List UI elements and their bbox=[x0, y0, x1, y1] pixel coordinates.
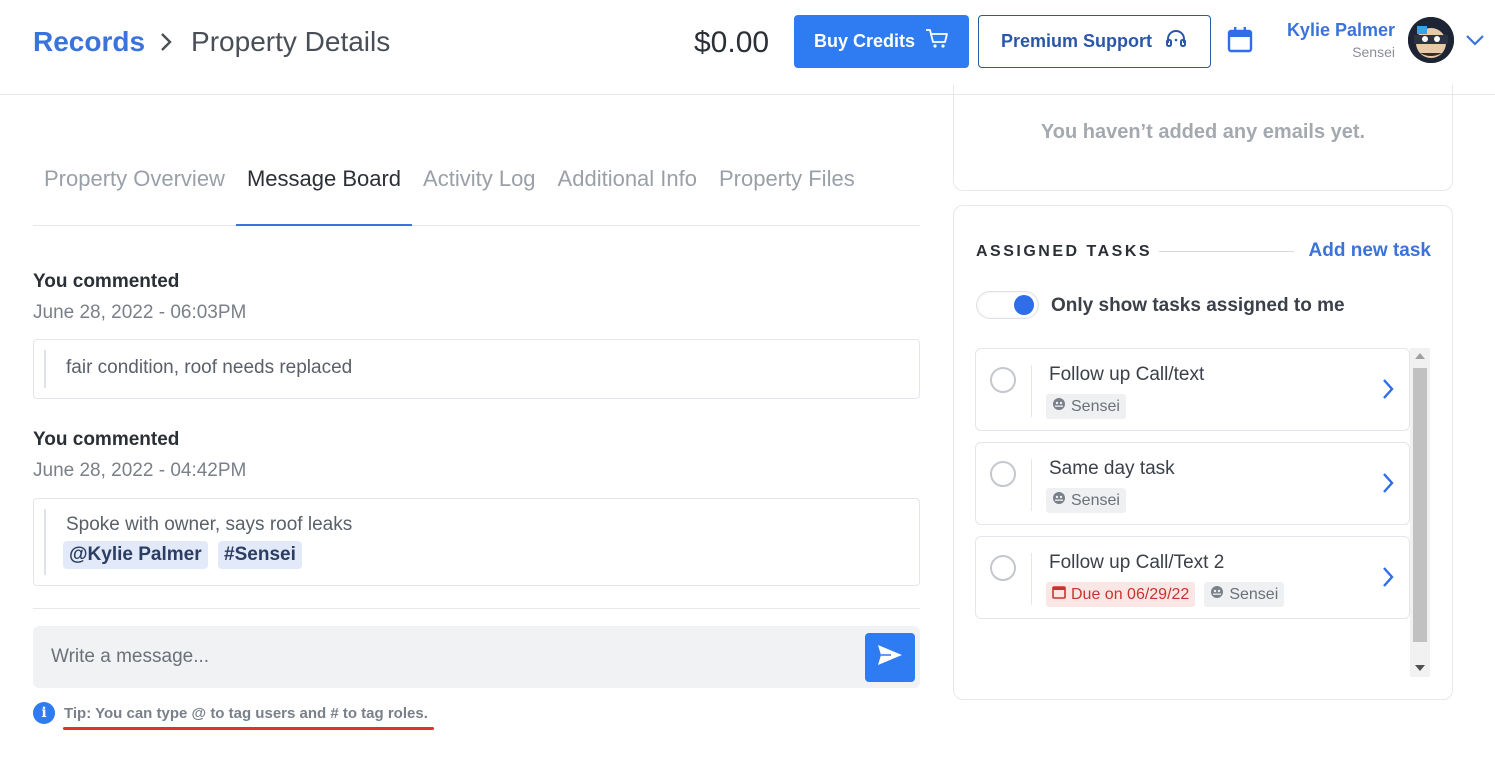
tab-property-overview[interactable]: Property Overview bbox=[33, 150, 236, 226]
emails-empty-text: You haven’t added any emails yet. bbox=[1040, 121, 1366, 143]
tab-property-files[interactable]: Property Files bbox=[708, 150, 866, 226]
task-list-scrollbar[interactable] bbox=[1410, 348, 1430, 677]
tab-additional-info[interactable]: Additional Info bbox=[547, 150, 708, 226]
role-icon bbox=[1210, 585, 1224, 604]
breadcrumb-records-link[interactable]: Records bbox=[33, 26, 145, 58]
headset-icon bbox=[1164, 27, 1188, 56]
tasks-title-line bbox=[1159, 251, 1294, 252]
add-new-task-link[interactable]: Add new task bbox=[1309, 240, 1431, 262]
task-meta: Sensei bbox=[1046, 488, 1126, 513]
task-separator bbox=[1031, 459, 1032, 511]
tip-row: i Tip: You can type @ to tag users and #… bbox=[33, 702, 428, 724]
tab-activity-log[interactable]: Activity Log bbox=[412, 150, 547, 226]
toggle-knob bbox=[1014, 295, 1034, 315]
credit-balance: $0.00 bbox=[694, 26, 770, 59]
due-date-label: Due on 06/29/22 bbox=[1071, 585, 1190, 603]
chevron-down-icon[interactable] bbox=[1465, 32, 1485, 48]
tasks-title: ASSIGNED TASKS bbox=[976, 243, 1153, 260]
role-chip: Sensei bbox=[1046, 394, 1126, 419]
tip-underline bbox=[63, 727, 434, 730]
comment-text: Spoke with owner, says roof leaks bbox=[66, 514, 353, 535]
role-icon bbox=[1052, 397, 1066, 416]
emails-card: You haven’t added any emails yet. bbox=[953, 85, 1453, 191]
comment-author: You commented bbox=[33, 271, 180, 292]
premium-support-label: Premium Support bbox=[1000, 31, 1152, 51]
scroll-up-arrow-icon[interactable] bbox=[1415, 353, 1425, 359]
task-checkbox[interactable] bbox=[990, 367, 1016, 393]
comment-date: June 28, 2022 - 04:42PM bbox=[33, 460, 247, 481]
buy-credits-button[interactable]: Buy Credits bbox=[794, 15, 969, 68]
calendar-icon bbox=[1052, 585, 1066, 604]
avatar[interactable] bbox=[1408, 17, 1454, 63]
task-title: Follow up Call/Text 2 bbox=[1049, 552, 1225, 573]
task-checkbox[interactable] bbox=[990, 461, 1016, 487]
breadcrumb: Records Property Details bbox=[33, 26, 390, 58]
send-icon bbox=[877, 643, 903, 672]
cart-icon bbox=[925, 28, 949, 55]
page-title: Property Details bbox=[191, 26, 391, 57]
user-role: Sensei bbox=[1352, 44, 1395, 60]
calendar-icon[interactable] bbox=[1227, 26, 1253, 54]
task-meta: Sensei bbox=[1046, 394, 1126, 419]
scroll-thumb[interactable] bbox=[1413, 368, 1427, 642]
task-separator bbox=[1031, 553, 1032, 605]
task-title: Same day task bbox=[1049, 458, 1175, 479]
property-tabs: Property Overview Message Board Activity… bbox=[33, 150, 920, 226]
role-icon bbox=[1052, 491, 1066, 510]
task-checkbox[interactable] bbox=[990, 555, 1016, 581]
task-meta: Due on 06/29/22 Sensei bbox=[1046, 582, 1285, 607]
due-date-chip: Due on 06/29/22 bbox=[1046, 582, 1196, 607]
role-chip-label: Sensei bbox=[1071, 491, 1120, 509]
comment-author: You commented bbox=[33, 429, 180, 450]
role-mention-tag[interactable]: #Sensei bbox=[218, 541, 302, 569]
task-list: Follow up Call/text Sensei Same day task… bbox=[975, 348, 1411, 678]
task-item[interactable]: Follow up Call/text Sensei bbox=[975, 348, 1410, 431]
task-item[interactable]: Same day task Sensei bbox=[975, 442, 1410, 525]
assigned-tasks-card: ASSIGNED TASKS Add new task Only show ta… bbox=[953, 205, 1453, 700]
send-button[interactable] bbox=[865, 633, 915, 682]
task-item[interactable]: Follow up Call/Text 2 Due on 06/29/22 Se… bbox=[975, 536, 1410, 619]
info-icon: i bbox=[33, 702, 55, 724]
comment-body: Spoke with owner, says roof leaks @Kylie… bbox=[33, 498, 920, 586]
role-chip-label: Sensei bbox=[1229, 585, 1279, 603]
chevron-right-icon bbox=[159, 28, 177, 56]
buy-credits-label: Buy Credits bbox=[813, 31, 916, 51]
role-chip: Sensei bbox=[1204, 582, 1285, 607]
user-name: Kylie Palmer bbox=[1286, 20, 1395, 40]
tab-message-board[interactable]: Message Board bbox=[235, 150, 413, 226]
task-separator bbox=[1031, 365, 1032, 417]
premium-support-button[interactable]: Premium Support bbox=[978, 15, 1211, 68]
message-composer bbox=[33, 626, 920, 688]
chevron-right-icon[interactable] bbox=[1381, 377, 1395, 401]
scroll-down-arrow-icon[interactable] bbox=[1415, 665, 1425, 671]
only-my-tasks-toggle[interactable] bbox=[976, 291, 1039, 319]
chevron-right-icon[interactable] bbox=[1381, 471, 1395, 495]
comment-text: fair condition, roof needs replaced bbox=[66, 357, 353, 378]
tip-text: Tip: You can type @ to tag users and # t… bbox=[64, 704, 428, 722]
task-title: Follow up Call/text bbox=[1049, 364, 1205, 385]
divider bbox=[33, 608, 920, 609]
top-header: Records Property Details $0.00 Buy Credi… bbox=[0, 0, 1495, 95]
chevron-right-icon[interactable] bbox=[1381, 565, 1395, 589]
comment-date: June 28, 2022 - 06:03PM bbox=[33, 302, 247, 323]
user-mention-tag[interactable]: @Kylie Palmer bbox=[63, 541, 208, 569]
role-chip-label: Sensei bbox=[1071, 397, 1120, 415]
only-my-tasks-label: Only show tasks assigned to me bbox=[1051, 295, 1345, 316]
role-chip: Sensei bbox=[1046, 488, 1126, 513]
comment-body: fair condition, roof needs replaced bbox=[33, 339, 920, 399]
user-info[interactable]: Kylie Palmer Sensei bbox=[1260, 20, 1395, 60]
message-input[interactable] bbox=[33, 626, 853, 688]
